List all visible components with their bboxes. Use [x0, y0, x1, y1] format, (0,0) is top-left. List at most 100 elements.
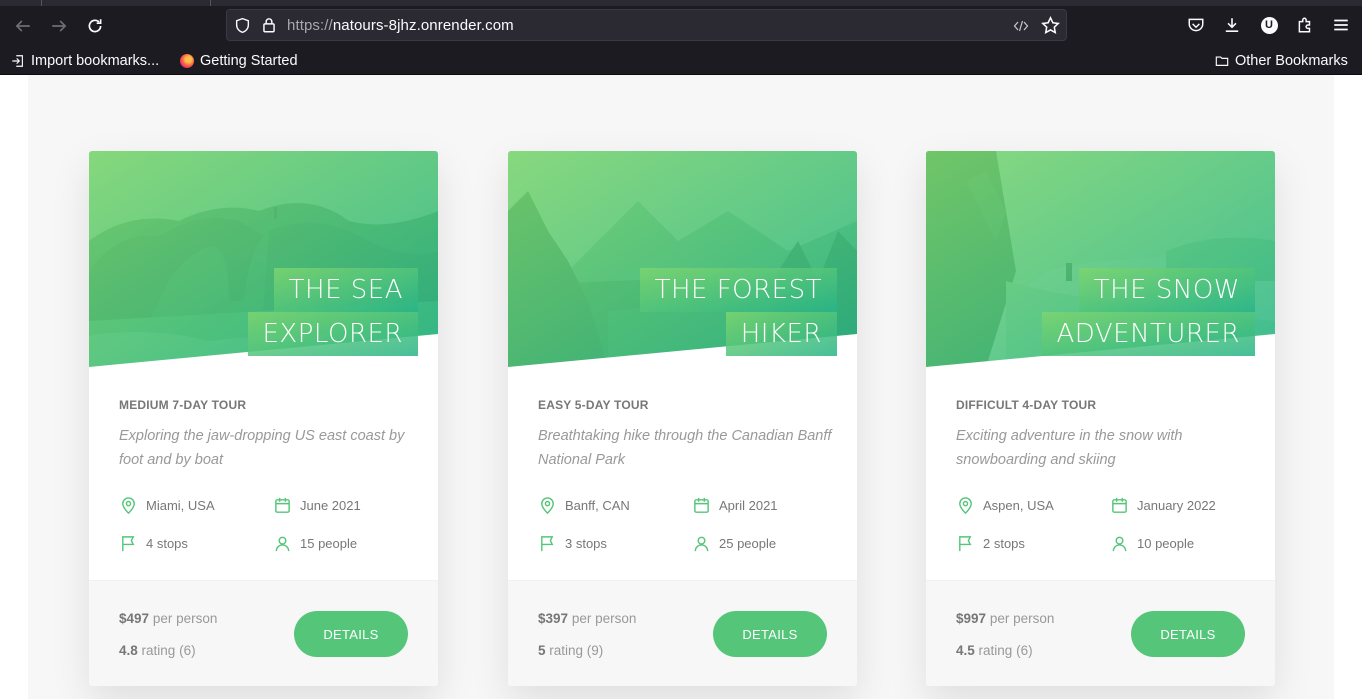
extension-u-button[interactable]: U	[1258, 14, 1280, 36]
arrow-left-icon	[15, 20, 30, 32]
card-title: The Sea Explorer	[118, 268, 418, 356]
bookmark-import[interactable]: Import bookmarks...	[11, 51, 159, 71]
price-unit: per person	[989, 611, 1055, 626]
browser-toolbar: https://natours-8jhz.onrender.com U	[0, 0, 1362, 47]
card-title: The Forest Hiker	[537, 268, 837, 356]
menu-button[interactable]	[1330, 14, 1352, 36]
card-summary: Breathtaking hike through the Canadian B…	[538, 428, 832, 468]
code-icon[interactable]	[1013, 18, 1029, 34]
detail-text: 4 stops	[146, 536, 188, 551]
detail-date: April 2021	[692, 496, 778, 515]
bookmark-label: Getting Started	[200, 53, 298, 69]
card-footer: $497 per person 4.8 rating (6) Details	[89, 580, 438, 686]
tab-strip	[0, 0, 1362, 6]
user-icon	[275, 536, 290, 552]
reload-button[interactable]	[81, 12, 109, 40]
price-value: $997	[956, 611, 987, 626]
card-summary: Exciting adventure in the snow with snow…	[956, 428, 1183, 468]
detail-text: 15 people	[300, 536, 358, 551]
detail-text: Aspen, USA	[983, 498, 1054, 513]
detail-text: Banff, CAN	[565, 498, 630, 513]
rating-value: 4.8	[119, 643, 138, 658]
details-button[interactable]: Details	[294, 611, 408, 657]
tab-separator	[41, 0, 42, 6]
detail-location: Aspen, USA	[956, 496, 1054, 515]
pocket-button[interactable]	[1185, 14, 1207, 36]
user-icon	[1112, 536, 1127, 552]
card-title-line: The Snow	[1078, 268, 1255, 312]
detail-location: Miami, USA	[119, 496, 215, 515]
card-title-line: Explorer	[247, 312, 418, 356]
card-title: The Snow Adventurer	[955, 268, 1255, 356]
detail-people: 25 people	[692, 534, 776, 553]
detail-stops: 2 stops	[956, 534, 1025, 553]
card-body: Medium 7-day tour Exploring the jaw-drop…	[119, 398, 414, 472]
firefox-icon	[180, 54, 194, 68]
details-button[interactable]: Details	[1131, 611, 1245, 657]
price: $397 per person	[538, 611, 636, 626]
tour-card: The Sea Explorer Medium 7-day tour Explo…	[89, 151, 438, 686]
detail-text: 25 people	[719, 536, 777, 551]
rating-value: 5	[538, 643, 546, 658]
card-title-line: Adventurer	[1041, 312, 1255, 356]
price-unit: per person	[152, 611, 218, 626]
arrow-right-icon	[52, 20, 67, 32]
detail-stops: 4 stops	[119, 534, 188, 553]
detail-text: June 2021	[300, 498, 361, 513]
price-value: $397	[538, 611, 569, 626]
downloads-button[interactable]	[1221, 14, 1243, 36]
reload-icon	[88, 19, 102, 33]
detail-text: Miami, USA	[146, 498, 215, 513]
extension-badge: U	[1260, 16, 1278, 34]
bookmarks-toolbar: Import bookmarks... Getting Started Othe…	[0, 47, 1362, 75]
extensions-button[interactable]	[1294, 14, 1316, 36]
flag-icon	[541, 536, 554, 552]
rating-value: 4.5	[956, 643, 975, 658]
detail-text: January 2022	[1137, 498, 1216, 513]
download-icon	[1225, 18, 1239, 32]
card-title-line: Hiker	[725, 312, 837, 356]
calendar-icon	[1112, 497, 1127, 513]
card-summary: Exploring the jaw-dropping US east coast…	[119, 428, 405, 468]
shield-icon[interactable]	[234, 17, 251, 34]
detail-text: 2 stops	[983, 536, 1025, 551]
details-button[interactable]: Details	[713, 611, 827, 657]
bookmark-getting-started[interactable]: Getting Started	[180, 51, 298, 71]
calendar-icon	[275, 497, 290, 513]
tour-card: The Snow Adventurer Difficult 4-day tour…	[926, 151, 1275, 686]
folder-icon	[1215, 56, 1229, 66]
puzzle-icon	[1298, 17, 1311, 33]
detail-date: June 2021	[273, 496, 361, 515]
card-subheading: Difficult 4-day tour	[956, 398, 1097, 412]
flag-icon	[959, 536, 972, 552]
detail-text: April 2021	[719, 498, 778, 513]
rating: 5 rating (9)	[538, 643, 603, 658]
user-icon	[694, 536, 709, 552]
card-body: Easy 5-day tour Breathtaking hike throug…	[538, 398, 833, 472]
rating: 4.5 rating (6)	[956, 643, 1033, 658]
rating-count: rating (6)	[978, 643, 1033, 658]
tab-separator	[210, 0, 211, 6]
tour-card: The Forest Hiker Easy 5-day tour Breatht…	[508, 151, 857, 686]
url-text[interactable]: https://natours-8jhz.onrender.com	[287, 17, 514, 34]
forward-button[interactable]	[45, 12, 73, 40]
detail-text: 10 people	[1137, 536, 1195, 551]
address-bar[interactable]: https://natours-8jhz.onrender.com	[226, 9, 1067, 41]
card-title-line: The Sea	[273, 268, 418, 312]
import-icon	[12, 55, 23, 67]
detail-people: 10 people	[1110, 534, 1194, 553]
map-pin-icon	[541, 497, 554, 515]
bookmark-star-icon[interactable]	[1041, 16, 1060, 35]
card-title-line: The Forest	[639, 268, 837, 312]
hamburger-icon	[1334, 19, 1348, 31]
lock-icon[interactable]	[260, 16, 278, 34]
rating-count: rating (6)	[141, 643, 196, 658]
detail-date: January 2022	[1110, 496, 1216, 515]
card-header: The Snow Adventurer	[926, 151, 1275, 367]
other-bookmarks[interactable]: Other Bookmarks	[1215, 51, 1348, 71]
map-pin-icon	[959, 497, 972, 515]
rating: 4.8 rating (6)	[119, 643, 196, 658]
calendar-icon	[694, 497, 709, 513]
back-button[interactable]	[9, 12, 37, 40]
price-value: $497	[119, 611, 150, 626]
